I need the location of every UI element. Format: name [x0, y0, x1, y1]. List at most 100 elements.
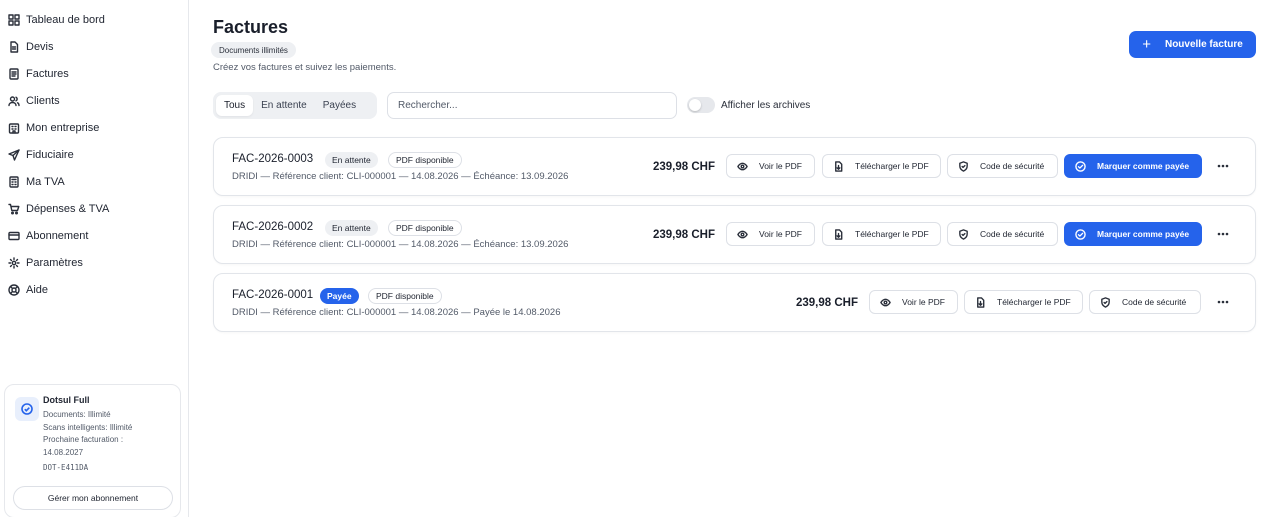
- view-pdf-label: Voir le PDF: [759, 161, 802, 171]
- status-badge: En attente: [325, 152, 378, 168]
- more-options-icon[interactable]: [1216, 296, 1230, 308]
- download-file-icon: [835, 160, 843, 172]
- invoice-row: FAC-2026-0003 En attente PDF disponible …: [213, 137, 1256, 196]
- archives-label: Afficher les archives: [721, 99, 811, 111]
- security-code-button[interactable]: Code de sécurité: [947, 154, 1058, 178]
- sidebar-item-label: Aide: [26, 283, 49, 296]
- download-pdf-button[interactable]: Télécharger le PDF: [964, 290, 1083, 314]
- sidebar-item-fiduciary[interactable]: Fiduciaire: [0, 141, 188, 168]
- manage-subscription-button[interactable]: Gérer mon abonnement: [13, 486, 173, 510]
- download-pdf-button[interactable]: Télécharger le PDF: [822, 222, 941, 246]
- mark-paid-label: Marquer comme payée: [1097, 229, 1190, 239]
- check-circle-icon: [1075, 228, 1086, 240]
- invoice-meta: DRIDI — Référence client: CLI-000001 — 1…: [232, 171, 569, 182]
- download-pdf-button[interactable]: Télécharger le PDF: [822, 154, 941, 178]
- mark-paid-button[interactable]: Marquer comme payée: [1064, 154, 1202, 178]
- security-code-label: Code de sécurité: [1122, 297, 1187, 307]
- sidebar-item-label: Tableau de bord: [26, 13, 105, 26]
- sidebar-item-settings[interactable]: Paramètres: [0, 249, 188, 276]
- toggle-knob: [689, 99, 701, 111]
- invoice-amount: 239,98 CHF: [652, 161, 715, 173]
- pdf-badge: PDF disponible: [388, 152, 462, 168]
- plan-next-billing-label: Prochaine facturation :: [43, 435, 124, 444]
- view-pdf-label: Voir le PDF: [759, 229, 802, 239]
- sidebar-item-dashboard[interactable]: Tableau de bord: [0, 6, 188, 33]
- invoice-number: FAC-2026-0002: [232, 221, 314, 233]
- sidebar-item-expenses[interactable]: Dépenses & TVA: [0, 195, 188, 222]
- sidebar-item-invoices[interactable]: Factures: [0, 60, 188, 87]
- view-pdf-button[interactable]: Voir le PDF: [869, 290, 958, 314]
- view-pdf-button[interactable]: Voir le PDF: [726, 154, 815, 178]
- new-invoice-label: Nouvelle facture: [1164, 39, 1243, 50]
- sidebar-item-label: Factures: [26, 67, 69, 80]
- plus-icon: +: [1142, 36, 1151, 53]
- more-options-icon[interactable]: [1216, 228, 1230, 240]
- download-pdf-label: Télécharger le PDF: [855, 161, 929, 171]
- plan-next-billing-date: 14.08.2027: [43, 447, 84, 457]
- pdf-badge: PDF disponible: [368, 288, 442, 304]
- check-circle-icon: [1075, 160, 1086, 172]
- sidebar-item-label: Mon entreprise: [26, 121, 100, 134]
- sidebar-item-clients[interactable]: Clients: [0, 87, 188, 114]
- eye-icon: [737, 162, 748, 170]
- sidebar: Tableau de bord Devis Factures Clients M…: [0, 0, 189, 517]
- sidebar-item-help[interactable]: Aide: [0, 276, 188, 303]
- dashboard-icon: [8, 13, 20, 26]
- download-pdf-label: Télécharger le PDF: [997, 297, 1071, 307]
- pdf-badge: PDF disponible: [388, 220, 462, 236]
- plan-scans: Scans intelligents: Illimité: [43, 422, 133, 432]
- plan-card: Dotsul Full Documents: Illimité Scans in…: [4, 384, 181, 517]
- sidebar-item-label: Clients: [26, 94, 60, 107]
- send-icon: [8, 148, 20, 161]
- invoice-amount: 239,98 CHF: [795, 297, 858, 309]
- shield-icon: [959, 160, 968, 172]
- sidebar-item-label: Ma TVA: [26, 175, 65, 188]
- plan-code: DOT-E411DA: [43, 463, 89, 472]
- sidebar-nav: Tableau de bord Devis Factures Clients M…: [0, 0, 188, 303]
- tab-pending[interactable]: En attente: [253, 95, 315, 116]
- plan-documents: Documents: Illimité: [43, 410, 111, 419]
- security-code-button[interactable]: Code de sécurité: [947, 222, 1058, 246]
- gear-icon: [8, 256, 20, 269]
- more-options-icon[interactable]: [1216, 160, 1230, 172]
- invoice-number: FAC-2026-0001: [232, 289, 314, 301]
- sidebar-item-quotes[interactable]: Devis: [0, 33, 188, 60]
- check-circle-icon: [15, 397, 39, 421]
- mark-paid-button[interactable]: Marquer comme payée: [1064, 222, 1202, 246]
- sidebar-item-subscription[interactable]: Abonnement: [0, 222, 188, 249]
- search-input[interactable]: [387, 92, 677, 119]
- invoice-meta: DRIDI — Référence client: CLI-000001 — 1…: [232, 239, 569, 250]
- cart-icon: [8, 203, 20, 215]
- card-icon: [8, 230, 20, 242]
- download-file-icon: [977, 296, 985, 308]
- invoice-number: FAC-2026-0003: [232, 153, 314, 165]
- filter-tabs: Tous En attente Payées: [213, 92, 377, 119]
- download-pdf-label: Télécharger le PDF: [855, 229, 929, 239]
- tab-all[interactable]: Tous: [216, 95, 254, 116]
- invoice-row: FAC-2026-0001 Payée PDF disponible DRIDI…: [213, 273, 1256, 332]
- page-title: Factures: [213, 17, 289, 37]
- sidebar-item-vat[interactable]: Ma TVA: [0, 168, 188, 195]
- document-icon: [8, 40, 20, 53]
- documents-chip: Documents illimités: [211, 42, 296, 58]
- security-code-label: Code de sécurité: [980, 229, 1045, 239]
- download-file-icon: [835, 228, 843, 240]
- archives-toggle[interactable]: [687, 97, 715, 113]
- help-icon: [8, 283, 20, 296]
- tab-paid[interactable]: Payées: [315, 95, 364, 116]
- security-code-button[interactable]: Code de sécurité: [1089, 290, 1201, 314]
- view-pdf-label: Voir le PDF: [902, 297, 945, 307]
- shield-icon: [1101, 296, 1110, 308]
- new-invoice-button[interactable]: + Nouvelle facture: [1129, 31, 1256, 58]
- calculator-icon: [8, 175, 20, 188]
- status-badge: Payée: [320, 288, 359, 304]
- plan-name: Dotsul Full: [43, 395, 90, 405]
- view-pdf-button[interactable]: Voir le PDF: [726, 222, 815, 246]
- sidebar-item-label: Dépenses & TVA: [26, 202, 110, 215]
- sidebar-item-label: Devis: [26, 40, 54, 53]
- invoice-amount: 239,98 CHF: [652, 229, 715, 241]
- invoice-icon: [8, 67, 20, 80]
- eye-icon: [737, 230, 748, 238]
- sidebar-item-company[interactable]: Mon entreprise: [0, 114, 188, 141]
- archives-toggle-group: Afficher les archives: [687, 97, 810, 113]
